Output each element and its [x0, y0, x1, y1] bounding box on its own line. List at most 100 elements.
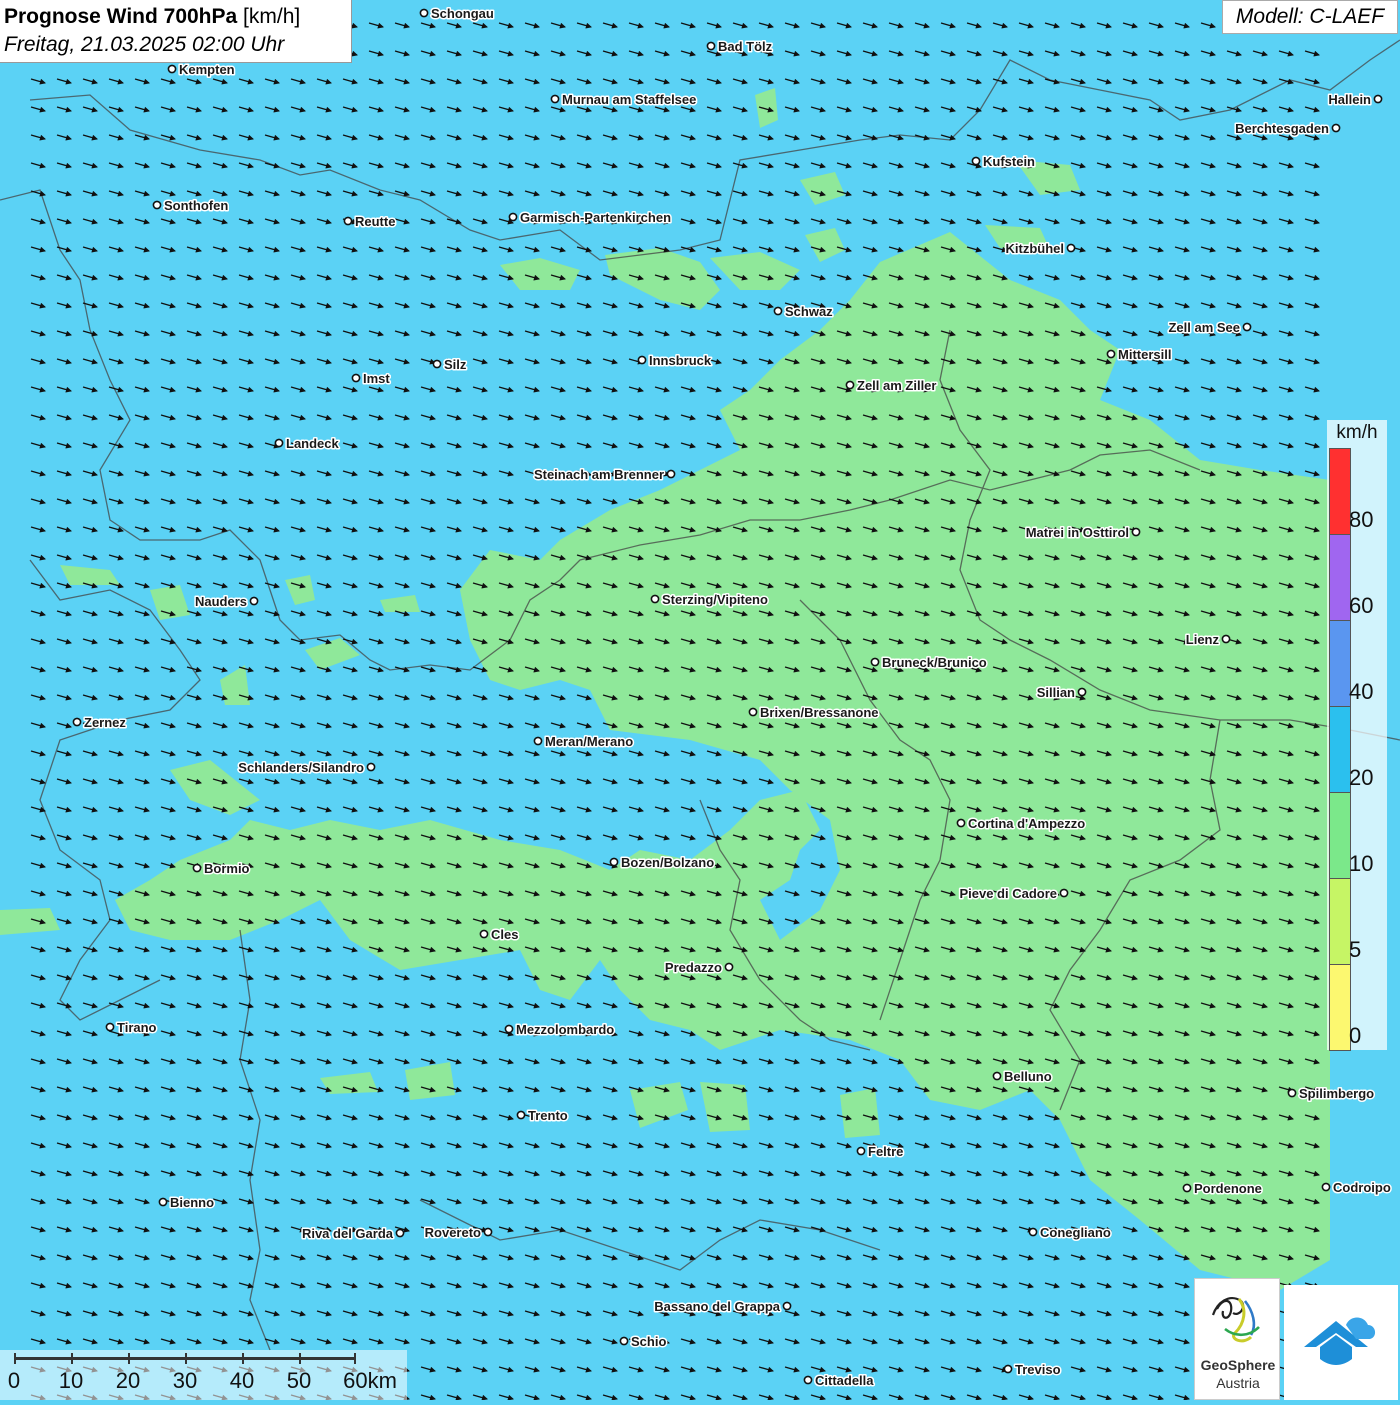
city-dot-icon [1287, 1088, 1297, 1098]
city-label: Trento [528, 1108, 568, 1123]
city-marker[interactable]: Riva del Garda [300, 1225, 405, 1243]
city-marker[interactable]: Berchtesgaden [1234, 120, 1341, 138]
legend-bar [1329, 448, 1351, 1051]
city-marker[interactable]: Meran/Merano [533, 733, 635, 751]
city-dot-icon [167, 64, 177, 74]
city-marker[interactable]: Matrei in Osttirol [1024, 524, 1141, 542]
city-marker[interactable]: Kempten [167, 61, 236, 79]
city-marker[interactable]: Garmisch-Partenkirchen [508, 209, 673, 227]
city-marker[interactable]: Pordenone [1182, 1180, 1263, 1198]
city-label: Nauders [195, 594, 247, 609]
city-label: Conegliano [1040, 1225, 1111, 1240]
city-marker[interactable]: Schongau [419, 5, 495, 23]
city-label: Schio [631, 1334, 666, 1349]
city-marker[interactable]: Sterzing/Vipiteno [650, 591, 769, 609]
wind-map: Schongau Bad Tölz Kempten Murnau am Staffel… [0, 0, 1400, 1400]
city-label: Brixen/Bressanone [760, 705, 879, 720]
city-label: Cittadella [815, 1373, 874, 1388]
city-dot-icon [1131, 527, 1141, 537]
city-marker[interactable]: Bad Tölz [706, 38, 774, 56]
city-marker[interactable]: Bozen/Bolzano [609, 854, 716, 872]
city-marker[interactable]: Zell am Ziller [845, 377, 938, 395]
city-dot-icon [432, 359, 442, 369]
legend-swatch-80 [1330, 449, 1350, 535]
city-dot-icon [609, 857, 619, 867]
city-label: Bormio [204, 861, 250, 876]
city-marker[interactable]: Murnau am Staffelsee [550, 91, 698, 109]
city-label: Codroipo [1333, 1180, 1391, 1195]
city-label: Bozen/Bolzano [621, 855, 714, 870]
city-dot-icon [351, 373, 361, 383]
city-marker[interactable]: Zell am See [1167, 319, 1252, 337]
city-dot-icon [419, 8, 429, 18]
city-marker[interactable]: Mezzolombardo [504, 1021, 616, 1039]
city-dot-icon [152, 200, 162, 210]
scale-tick [71, 1353, 73, 1364]
geosphere-logo[interactable]: GeoSphere Austria [1194, 1278, 1280, 1400]
legend-label-10: 10 [1349, 851, 1374, 876]
city-dot-icon [637, 355, 647, 365]
city-dot-icon [724, 962, 734, 972]
city-marker[interactable]: Bruneck/Brunico [870, 654, 988, 672]
legend-label-5: 5 [1349, 937, 1362, 962]
city-label: Mittersill [1118, 347, 1171, 362]
legend-swatch-40 [1330, 621, 1350, 707]
city-dot-icon [971, 156, 981, 166]
scale-label-50: 50 [286, 1368, 312, 1393]
city-label: Berchtesgaden [1235, 121, 1329, 136]
city-marker[interactable]: Pieve di Cadore [958, 885, 1069, 903]
city-label: Hallein [1328, 92, 1371, 107]
city-label: Bruneck/Brunico [882, 655, 987, 670]
city-marker[interactable]: Brixen/Bressanone [748, 704, 880, 722]
forecast-datetime: Freitag, 21.03.2025 02:00 Uhr [4, 33, 285, 56]
city-label: Zell am See [1168, 320, 1240, 335]
city-dot-icon [1221, 634, 1231, 644]
city-label: Matrei in Osttirol [1026, 525, 1129, 540]
title-box: Prognose Wind 700hPa [km/h] Freitag, 21.… [0, 0, 352, 63]
city-dot-icon [1321, 1182, 1331, 1192]
cloud-arrow-logo-icon [1304, 1317, 1376, 1365]
city-marker[interactable]: Conegliano [1028, 1224, 1112, 1242]
city-marker[interactable]: Schlanders/Silandro [237, 759, 376, 777]
city-label: Meran/Merano [545, 734, 633, 749]
map-title: Prognose Wind 700hPa [km/h] [4, 3, 347, 31]
city-dot-icon [870, 657, 880, 667]
city-marker[interactable]: Landeck [274, 435, 341, 453]
scale-label-0: 0 [7, 1368, 21, 1393]
city-dot-icon [1066, 243, 1076, 253]
city-marker[interactable]: Codroipo [1321, 1179, 1392, 1197]
city-label: Feltre [868, 1144, 903, 1159]
city-label: Landeck [286, 436, 340, 451]
city-marker[interactable]: Cortina d'Ampezzo [956, 815, 1087, 833]
city-marker[interactable]: Cittadella [803, 1372, 876, 1390]
geosphere-name: GeoSphere [1200, 1357, 1276, 1373]
city-marker[interactable]: Steinach am Brenner [532, 466, 676, 484]
city-label: Pieve di Cadore [959, 886, 1057, 901]
city-label: Steinach am Brenner [534, 467, 664, 482]
city-marker[interactable]: Sonthofen [152, 197, 230, 215]
city-label: Cortina d'Ampezzo [968, 816, 1085, 831]
legend-unit: km/h [1336, 422, 1378, 443]
city-marker[interactable]: Innsbruck [637, 352, 713, 370]
city-label: Spilimbergo [1299, 1086, 1374, 1101]
legend-label-40: 40 [1349, 679, 1374, 704]
city-dot-icon [1003, 1364, 1013, 1374]
city-label: Predazzo [665, 960, 722, 975]
city-dot-icon [105, 1022, 115, 1032]
city-dot-icon [516, 1110, 526, 1120]
city-dot-icon [619, 1336, 629, 1346]
light-wind-area-south5 [840, 1088, 880, 1138]
city-dot-icon [366, 762, 376, 772]
city-marker[interactable]: Bassano del Grappa [653, 1298, 792, 1316]
city-dot-icon [395, 1228, 405, 1238]
app-logo[interactable] [1284, 1285, 1398, 1400]
city-label: Sonthofen [164, 198, 228, 213]
city-label: Schlanders/Silandro [238, 760, 364, 775]
city-dot-icon [748, 707, 758, 717]
city-label: Imst [363, 371, 390, 386]
city-dot-icon [803, 1375, 813, 1385]
city-label: Bad Tölz [718, 39, 773, 54]
scale-tick [354, 1353, 356, 1364]
city-marker[interactable]: Spilimbergo [1287, 1085, 1376, 1103]
city-dot-icon [1106, 349, 1116, 359]
